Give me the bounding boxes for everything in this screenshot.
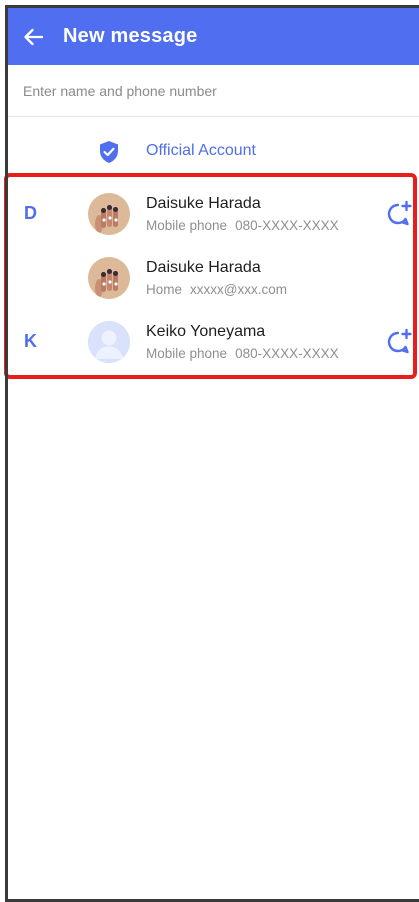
shield-check-icon (100, 141, 118, 163)
page-title: New message (63, 25, 198, 47)
chat-add-icon[interactable] (383, 327, 413, 357)
section-letter: K (24, 331, 37, 351)
contact-name: Daisuke Harada (146, 195, 261, 212)
chat-add-icon[interactable] (383, 199, 413, 229)
contact-value: 080-XXXX-XXXX (235, 218, 339, 233)
avatar (88, 193, 130, 235)
contact-type: Mobile phone (146, 218, 228, 233)
official-account-label: Official Account (146, 142, 256, 159)
photo-avatar-icon (88, 193, 130, 235)
search-input[interactable] (23, 82, 403, 99)
section-letter: D (24, 203, 37, 223)
avatar (88, 257, 130, 299)
contact-value: 080-XXXX-XXXX (235, 346, 339, 361)
contact-value: xxxxx@xxx.com (190, 282, 287, 297)
avatar (88, 321, 130, 363)
contact-type: Mobile phone (146, 346, 228, 361)
contact-detail: Mobile phone 080-XXXX-XXXX (146, 346, 339, 361)
contact-detail: Mobile phone 080-XXXX-XXXX (146, 218, 339, 233)
search-bar (8, 65, 419, 117)
contact-name: Keiko Yoneyama (146, 323, 266, 340)
contact-name: Daisuke Harada (146, 259, 261, 276)
official-account-item[interactable]: Official Account (8, 130, 419, 174)
contact-type: Home (146, 282, 183, 297)
back-arrow-icon (24, 28, 43, 45)
photo-avatar-icon (88, 257, 130, 299)
default-avatar-icon (88, 321, 130, 363)
contact-item[interactable]: D Daisuke Harada Mobile phone 080-XXXX-XX… (8, 182, 419, 246)
contact-item[interactable]: Daisuke Harada Home xxxxx@xxx.com (8, 246, 419, 310)
app-bar: New message (8, 8, 419, 65)
screen: New message Official Account D (0, 0, 419, 902)
contact-detail: Home xxxxx@xxx.com (146, 282, 287, 297)
contact-item[interactable]: K Keiko Yoneyama Mobile phone 080-XXXX-XX… (8, 310, 419, 374)
back-button[interactable] (8, 8, 58, 65)
